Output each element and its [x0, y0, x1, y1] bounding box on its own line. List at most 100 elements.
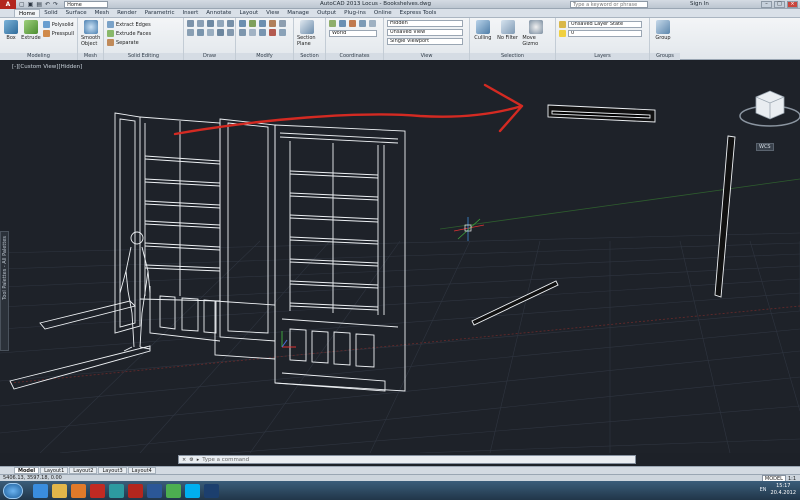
- box-button[interactable]: Box: [3, 20, 19, 41]
- ucs-face-icon[interactable]: [359, 20, 366, 27]
- array-icon[interactable]: [239, 29, 246, 36]
- tab-insert[interactable]: Insert: [178, 9, 202, 17]
- panel-title-section[interactable]: Section: [294, 53, 325, 60]
- panel-title-modify[interactable]: Modify: [236, 53, 293, 60]
- erase-icon[interactable]: [269, 29, 276, 36]
- viewport-config-select[interactable]: Single Viewport: [387, 38, 463, 45]
- layer-state-select[interactable]: Unsaved Layer State: [568, 21, 642, 28]
- language-indicator[interactable]: EN: [760, 487, 767, 493]
- viewport-controls-label[interactable]: [-][Custom View][Hidden]: [12, 64, 82, 70]
- bookshelf-model[interactable]: [9, 112, 406, 392]
- word-icon[interactable]: [147, 483, 162, 498]
- search-input[interactable]: Type a keyword or phrase: [570, 1, 648, 8]
- ellipse-icon[interactable]: [197, 29, 204, 36]
- selection-filter-button[interactable]: No Filter: [495, 20, 521, 47]
- tab-solid[interactable]: Solid: [40, 9, 61, 17]
- drawing-viewport[interactable]: [-][Custom View][Hidden] WCS Tool Palett…: [0, 61, 800, 453]
- trim-icon[interactable]: [259, 29, 266, 36]
- layout-tab-layout1[interactable]: Layout1: [40, 467, 69, 474]
- undo-icon[interactable]: ↶: [45, 1, 50, 8]
- named-view-select[interactable]: Unsaved View: [387, 29, 463, 36]
- extrude-button[interactable]: Extrude: [21, 20, 41, 41]
- save-icon[interactable]: ▤: [36, 1, 42, 8]
- photoshop-icon[interactable]: [204, 483, 219, 498]
- panel-title-solid-editing[interactable]: Solid Editing: [104, 53, 183, 60]
- layout-tab-layout2[interactable]: Layout2: [69, 467, 98, 474]
- rectangle-icon[interactable]: [227, 20, 234, 27]
- application-menu-button[interactable]: A: [0, 0, 16, 9]
- group-button[interactable]: Group: [653, 20, 673, 41]
- spline-icon[interactable]: [217, 29, 224, 36]
- workspace-select[interactable]: Home: [64, 0, 109, 8]
- panel-title-view[interactable]: View: [384, 53, 469, 60]
- vertical-rail-part[interactable]: [714, 135, 736, 298]
- minimize-button[interactable]: –: [761, 1, 772, 8]
- ucs-world-icon[interactable]: [339, 20, 346, 27]
- close-icon[interactable]: ×: [182, 457, 186, 463]
- move-icon[interactable]: [239, 20, 246, 27]
- ucs-origin-icon[interactable]: [349, 20, 356, 27]
- ie-icon[interactable]: [33, 483, 48, 498]
- copy-icon[interactable]: [259, 20, 266, 27]
- ucs-select[interactable]: World: [329, 30, 377, 37]
- culling-button[interactable]: Culling: [473, 20, 493, 47]
- arc-icon[interactable]: [217, 20, 224, 27]
- panel-title-coordinates[interactable]: Coordinates: [326, 53, 383, 60]
- clock[interactable]: 15:17 20.4.2012: [771, 483, 796, 497]
- point-icon[interactable]: [227, 29, 234, 36]
- tab-express-tools[interactable]: Express Tools: [396, 9, 441, 17]
- maximize-button[interactable]: □: [774, 1, 785, 8]
- tab-output[interactable]: Output: [313, 9, 340, 17]
- circle-icon[interactable]: [207, 20, 214, 27]
- line-icon[interactable]: [187, 20, 194, 27]
- viewcube[interactable]: [739, 90, 800, 127]
- sign-in-link[interactable]: Sign In: [690, 1, 709, 7]
- extrude-faces-button[interactable]: Extrude Faces: [107, 29, 180, 38]
- smooth-object-button[interactable]: Smooth Object: [81, 20, 101, 47]
- tab-annotate[interactable]: Annotate: [202, 9, 235, 17]
- open-icon[interactable]: ▣: [28, 1, 34, 8]
- settings-icon[interactable]: ⚙: [189, 457, 193, 463]
- tab-plug-ins[interactable]: Plug-ins: [340, 9, 370, 17]
- ucs-view-icon[interactable]: [369, 20, 376, 27]
- 3dsmax-icon[interactable]: [109, 483, 124, 498]
- command-line[interactable]: × ⚙ ▸ Type a command: [178, 455, 636, 464]
- polygon-icon[interactable]: [187, 29, 194, 36]
- diagonal-rail-part[interactable]: [471, 280, 559, 326]
- fillet-icon[interactable]: [279, 20, 286, 27]
- tab-surface[interactable]: Surface: [62, 9, 91, 17]
- close-button[interactable]: ×: [787, 1, 798, 8]
- tab-mesh[interactable]: Mesh: [91, 9, 113, 17]
- ucs-icon[interactable]: [329, 20, 336, 27]
- polysolid-button[interactable]: Polysolid: [42, 20, 74, 29]
- mirror-icon[interactable]: [269, 20, 276, 27]
- explorer-icon[interactable]: [52, 483, 67, 498]
- media-icon[interactable]: [71, 483, 86, 498]
- command-input[interactable]: Type a command: [202, 457, 249, 463]
- visual-style-select[interactable]: Hidden: [387, 20, 463, 27]
- panel-title-groups[interactable]: Groups: [650, 53, 680, 60]
- rotate-icon[interactable]: [249, 20, 256, 27]
- start-button[interactable]: [3, 482, 23, 499]
- panel-title-layers[interactable]: Layers: [556, 53, 649, 60]
- tab-parametric[interactable]: Parametric: [141, 9, 179, 17]
- scale-icon[interactable]: [249, 29, 256, 36]
- tab-view[interactable]: View: [262, 9, 283, 17]
- layout-tab-layout3[interactable]: Layout3: [98, 467, 127, 474]
- section-plane-button[interactable]: Section Plane: [297, 20, 317, 47]
- polyline-icon[interactable]: [197, 20, 204, 27]
- layer-bulb-icon[interactable]: [559, 30, 566, 37]
- tab-manage[interactable]: Manage: [283, 9, 313, 17]
- tab-render[interactable]: Render: [113, 9, 141, 17]
- floating-parts[interactable]: [471, 104, 736, 326]
- skype-icon[interactable]: [185, 483, 200, 498]
- tool-palettes-bar[interactable]: Tool Palettes - All Palettes: [0, 231, 9, 351]
- move-gizmo-button[interactable]: Move Gizmo: [522, 20, 550, 47]
- acrobat-icon[interactable]: [128, 483, 143, 498]
- presspull-button[interactable]: Presspull: [42, 29, 74, 38]
- align-icon[interactable]: [279, 29, 286, 36]
- layout-tab-layout4[interactable]: Layout4: [127, 467, 156, 474]
- chrome-icon[interactable]: [166, 483, 181, 498]
- new-icon[interactable]: ▢: [19, 1, 25, 8]
- panel-title-draw[interactable]: Draw: [184, 53, 235, 60]
